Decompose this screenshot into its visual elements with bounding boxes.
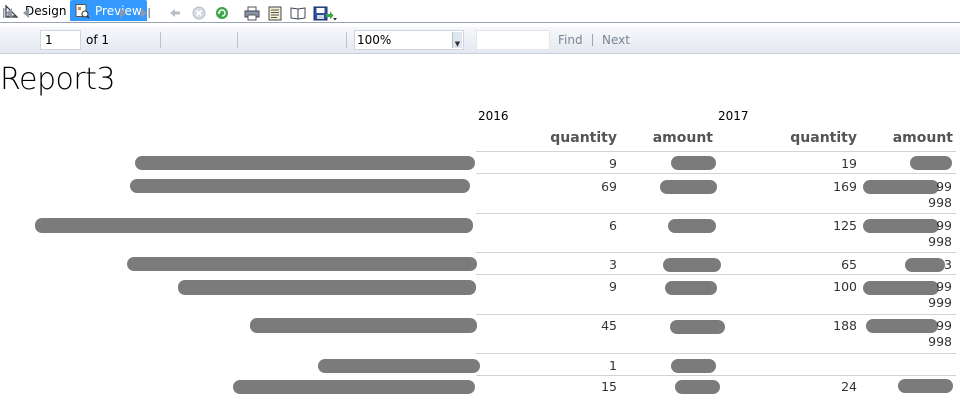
row-divider bbox=[476, 314, 956, 315]
year-2017-header: 2017 bbox=[718, 109, 749, 123]
redacted-amount-2016 bbox=[671, 359, 716, 373]
row-divider bbox=[476, 213, 956, 214]
page-setup-icon[interactable] bbox=[289, 4, 307, 22]
redacted-amount-2016 bbox=[668, 219, 716, 233]
tab-preview[interactable]: Preview bbox=[70, 0, 147, 21]
redacted-product-name bbox=[178, 280, 476, 295]
redacted-product-name bbox=[250, 318, 477, 333]
redacted-amount-2016 bbox=[663, 258, 721, 272]
column-header-quantity-2016: quantity bbox=[550, 130, 617, 146]
amount-2017-tail: 99 bbox=[936, 218, 952, 233]
redacted-amount-2016 bbox=[660, 180, 717, 194]
first-page-icon[interactable] bbox=[2, 4, 14, 22]
amount-2017-tail: 3 bbox=[944, 257, 952, 272]
quantity-2016-cell: 6 bbox=[609, 218, 617, 233]
redacted-amount-2016 bbox=[670, 320, 725, 334]
last-page-icon[interactable] bbox=[139, 4, 151, 22]
row-divider bbox=[476, 274, 956, 275]
year-2016-header: 2016 bbox=[478, 109, 509, 123]
amount-2017-line2: 999 bbox=[928, 295, 952, 310]
redacted-amount-2017 bbox=[866, 319, 938, 333]
row-divider bbox=[476, 252, 956, 253]
quantity-2017-cell: 100 bbox=[833, 279, 857, 294]
quantity-2017-cell: 24 bbox=[841, 379, 857, 394]
quantity-2016-cell: 9 bbox=[609, 156, 617, 171]
amount-2017-line2: 998 bbox=[928, 195, 952, 210]
chevron-down-icon[interactable]: ▼ bbox=[452, 32, 462, 48]
redacted-amount-2016 bbox=[675, 380, 720, 394]
back-to-parent-icon[interactable] bbox=[168, 4, 182, 22]
column-header-amount-2016: amount bbox=[652, 130, 713, 146]
redacted-amount-2017 bbox=[863, 180, 939, 194]
amount-2017-tail: 99 bbox=[936, 318, 952, 333]
quantity-2016-cell: 45 bbox=[601, 318, 617, 333]
amount-2017-tail: 99 bbox=[936, 279, 952, 294]
redacted-product-name bbox=[135, 156, 475, 170]
toolbar-separator bbox=[160, 32, 161, 48]
row-divider bbox=[476, 173, 956, 174]
redacted-amount-2016 bbox=[671, 156, 716, 170]
redacted-product-name bbox=[318, 359, 480, 373]
preview-report-icon bbox=[74, 3, 90, 19]
redacted-amount-2017 bbox=[863, 219, 939, 233]
redacted-product-name bbox=[130, 179, 470, 193]
refresh-icon[interactable] bbox=[214, 4, 230, 22]
amount-2017-tail: 99 bbox=[936, 179, 952, 194]
redacted-amount-2017 bbox=[910, 156, 952, 170]
previous-page-icon[interactable] bbox=[20, 4, 32, 22]
redacted-amount-2016 bbox=[665, 281, 717, 295]
quantity-2017-cell: 65 bbox=[841, 257, 857, 272]
find-next-button[interactable]: Next bbox=[602, 33, 630, 47]
zoom-select[interactable]: 100% ▼ bbox=[354, 30, 464, 50]
quantity-2016-cell: 9 bbox=[609, 279, 617, 294]
page-count-label: of 1 bbox=[86, 33, 110, 47]
print-icon[interactable] bbox=[243, 4, 261, 22]
amount-2017-line2: 998 bbox=[928, 334, 952, 349]
redacted-amount-2017 bbox=[898, 379, 953, 393]
tab-divider bbox=[0, 22, 960, 23]
find-next-separator bbox=[592, 34, 593, 46]
column-header-quantity-2017: quantity bbox=[790, 130, 857, 146]
next-page-icon[interactable] bbox=[117, 4, 129, 22]
report-title: Report3 bbox=[0, 62, 116, 97]
redacted-product-name bbox=[35, 218, 473, 233]
column-header-amount-2017: amount bbox=[892, 130, 953, 146]
amount-2017-line2: 998 bbox=[928, 234, 952, 249]
quantity-2016-cell: 69 bbox=[601, 179, 617, 194]
toolbar-separator bbox=[237, 32, 238, 48]
find-button[interactable]: Find bbox=[558, 33, 583, 47]
quantity-2016-cell: 3 bbox=[609, 257, 617, 272]
quantity-2016-cell: 15 bbox=[601, 379, 617, 394]
quantity-2017-cell: 19 bbox=[841, 156, 857, 171]
toolbar-separator bbox=[346, 32, 347, 48]
quantity-2016-cell: 1 bbox=[609, 358, 617, 373]
print-layout-icon[interactable] bbox=[266, 4, 284, 22]
row-divider bbox=[476, 151, 956, 152]
quantity-2017-cell: 188 bbox=[833, 318, 857, 333]
stop-icon[interactable] bbox=[191, 4, 207, 22]
redacted-product-name bbox=[127, 257, 477, 271]
quantity-2017-cell: 125 bbox=[833, 218, 857, 233]
export-icon[interactable] bbox=[312, 4, 338, 22]
zoom-value: 100% bbox=[357, 33, 392, 47]
redacted-amount-2017 bbox=[863, 281, 939, 295]
row-divider bbox=[476, 375, 956, 376]
row-divider bbox=[476, 353, 956, 354]
quantity-2017-cell: 169 bbox=[833, 179, 857, 194]
redacted-product-name bbox=[233, 380, 475, 394]
find-text-input[interactable] bbox=[476, 30, 550, 50]
page-number-input[interactable]: 1 bbox=[40, 30, 81, 50]
